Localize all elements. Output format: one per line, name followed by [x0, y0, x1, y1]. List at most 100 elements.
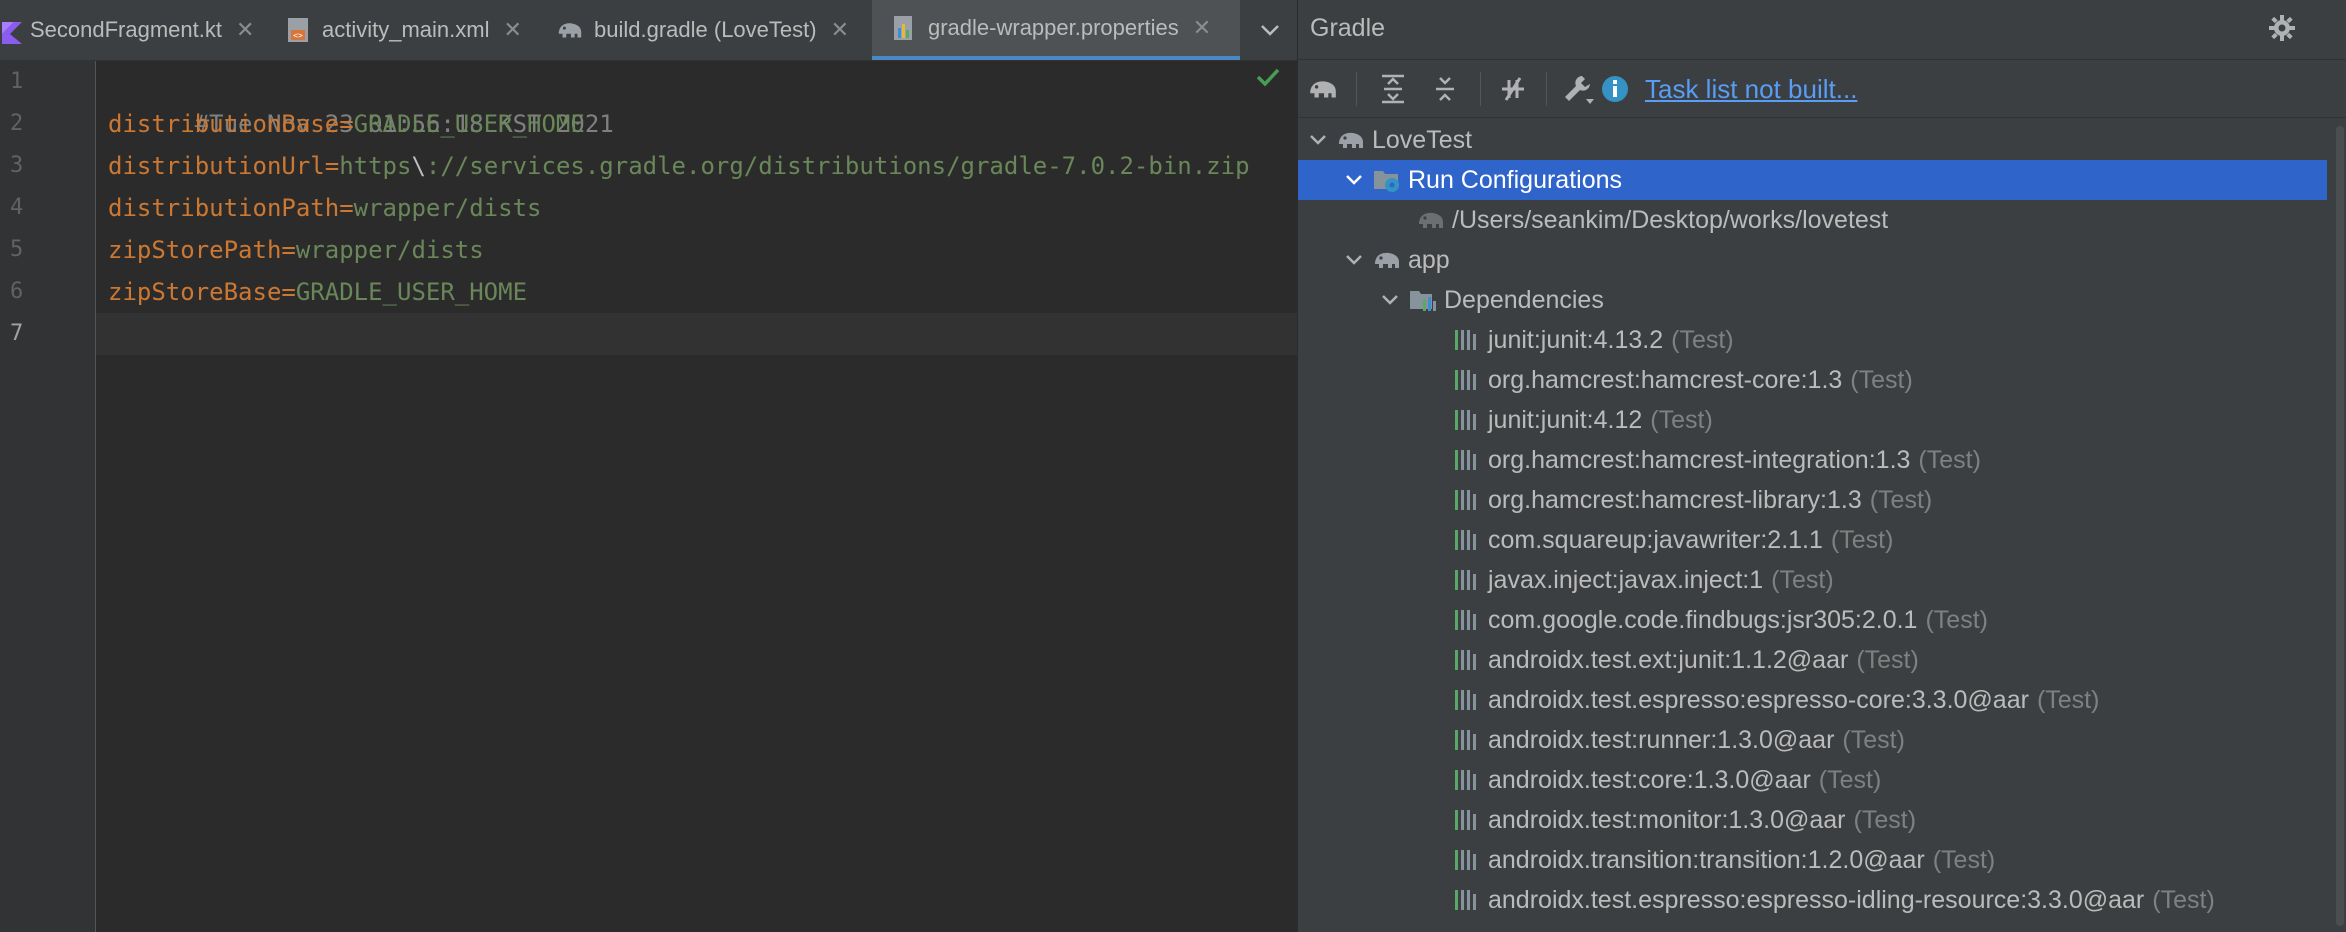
dependency-label: org.hamcrest:hamcrest-integration:1.3 — [1488, 445, 1911, 474]
dependencies-folder-icon — [1408, 286, 1438, 314]
chevron-down-icon[interactable] — [1250, 0, 1290, 60]
scrollbar-thumb[interactable] — [2336, 126, 2344, 926]
inspection-ok-icon[interactable] — [1255, 66, 1281, 93]
dependency-scope: (Test) — [1842, 725, 1905, 754]
line-number: 3 — [10, 153, 24, 178]
dependency-item[interactable]: org.hamcrest:hamcrest-core:1.3 (Test) — [1298, 360, 2346, 400]
tab-second-fragment[interactable]: SecondFragment.kt ✕ — [0, 0, 270, 60]
property-value: wrapper/dists — [353, 194, 542, 222]
property-value: wrapper/dists — [295, 236, 484, 264]
kotlin-file-icon — [0, 16, 26, 44]
task-list-link[interactable]: Task list not built... — [1645, 72, 1857, 106]
dependency-item[interactable]: org.hamcrest:hamcrest-integration:1.3 (Te… — [1298, 440, 2346, 480]
tree-node-app[interactable]: app — [1298, 240, 2346, 280]
close-icon[interactable]: ✕ — [236, 17, 254, 43]
line-number-gutter: 1 2 3 4 5 6 7 — [0, 61, 96, 932]
chevron-down-icon[interactable] — [1378, 294, 1402, 306]
dependency-scope: (Test) — [2152, 885, 2215, 914]
gradle-tool-window: Gradle Task list not built... LoveTest R… — [1297, 0, 2346, 932]
dependency-label: com.google.code.findbugs:jsr305:2.0.1 — [1488, 605, 1918, 634]
dependency-label: com.squareup:javawriter:2.1.1 — [1488, 525, 1823, 554]
tab-label: gradle-wrapper.properties — [928, 15, 1179, 40]
tree-node-dependencies[interactable]: Dependencies — [1298, 280, 2346, 320]
dependency-item[interactable]: org.hamcrest:hamcrest-library:1.3 (Test) — [1298, 480, 2346, 520]
property-value: ://services.gradle.org/distributions/gra… — [425, 152, 1250, 180]
close-icon[interactable]: ✕ — [831, 17, 849, 43]
editor-tab-bar: SecondFragment.kt ✕ <> activity_main.xml… — [0, 0, 1297, 61]
info-icon[interactable] — [1598, 72, 1632, 106]
tab-build-gradle[interactable]: build.gradle (LoveTest) ✕ — [556, 0, 870, 60]
dependency-label: androidx.test.espresso:espresso-idling-r… — [1488, 885, 2145, 914]
line-number: 7 — [10, 321, 24, 346]
equals-sign: = — [281, 278, 296, 306]
build-tools-icon[interactable] — [1561, 72, 1595, 106]
dependency-item[interactable]: com.google.code.findbugs:jsr305:2.0.1 (Te… — [1298, 600, 2346, 640]
dependency-label: androidx.test:runner:1.3.0@aar — [1488, 725, 1835, 754]
dependency-item[interactable]: javax.inject:javax.inject:1 (Test) — [1298, 560, 2346, 600]
chevron-down-icon[interactable] — [1306, 134, 1330, 146]
tree-node-run-configurations[interactable]: Run Configurations — [1298, 160, 2327, 200]
close-icon[interactable]: ✕ — [503, 17, 521, 43]
chevron-down-icon[interactable] — [1342, 174, 1366, 186]
code-line: distributionUrl=https\://services.gradle… — [108, 145, 1250, 187]
code-editor[interactable]: #Tue Nov 23 01:56:18 KST 2021 distributi… — [96, 61, 1297, 932]
library-icon — [1452, 886, 1482, 914]
dependency-scope: (Test) — [1925, 605, 1988, 634]
dependency-scope: (Test) — [1850, 365, 1913, 394]
dependency-label: androidx.transition:transition:1.2.0@aar — [1488, 845, 1925, 874]
property-value: https — [339, 152, 412, 180]
library-icon — [1452, 566, 1482, 594]
dependency-label: org.hamcrest:hamcrest-library:1.3 — [1488, 485, 1862, 514]
tab-label: SecondFragment.kt — [30, 17, 222, 42]
dependency-item[interactable]: androidx.transition:transition:1.2.0@aar… — [1298, 840, 2346, 880]
tree-node-run-config-path[interactable]: /Users/seankim/Desktop/works/lovetest — [1298, 200, 2346, 240]
gradle-project-tree[interactable]: LoveTest Run Configurations /Users/seank… — [1298, 118, 2346, 932]
close-icon[interactable]: ✕ — [1193, 15, 1211, 41]
dependency-item[interactable]: androidx.test.espresso:espresso-core:3.3… — [1298, 680, 2346, 720]
current-line-highlight — [96, 313, 1297, 355]
dependency-scope: (Test) — [1771, 565, 1834, 594]
xml-layout-icon: <> — [284, 16, 312, 44]
gradle-elephant-icon — [1372, 246, 1402, 274]
property-value: GRADLE_USER_HOME — [353, 110, 585, 138]
dependency-label: androidx.test.ext:junit:1.1.2@aar — [1488, 645, 1849, 674]
gear-icon[interactable] — [2268, 14, 2296, 47]
dependency-scope: (Test) — [1671, 325, 1734, 354]
tree-label: app — [1408, 245, 1450, 274]
dependency-scope: (Test) — [1918, 445, 1981, 474]
collapse-all-icon[interactable] — [1428, 72, 1462, 106]
tree-scrollbar[interactable] — [2334, 120, 2346, 932]
dependency-item[interactable]: androidx.test:runner:1.3.0@aar (Test) — [1298, 720, 2346, 760]
tab-label: activity_main.xml — [322, 17, 490, 42]
gradle-elephant-icon — [556, 16, 584, 44]
toggle-offline-icon[interactable] — [1496, 72, 1530, 106]
dependency-scope: (Test) — [1650, 405, 1713, 434]
dependency-item[interactable]: junit:junit:4.13.2 (Test) — [1298, 320, 2346, 360]
line-number: 1 — [10, 69, 24, 94]
dependency-label: org.hamcrest:hamcrest-core:1.3 — [1488, 365, 1843, 394]
gradle-toolbar: Task list not built... — [1298, 60, 2346, 118]
line-number: 5 — [10, 237, 24, 262]
dependency-item[interactable]: junit:junit:4.12 (Test) — [1298, 400, 2346, 440]
gradle-elephant-icon[interactable] — [1306, 72, 1340, 106]
library-icon — [1452, 326, 1482, 354]
dependency-item[interactable]: com.squareup:javawriter:2.1.1 (Test) — [1298, 520, 2346, 560]
dependency-label: javax.inject:javax.inject:1 — [1488, 565, 1764, 594]
tab-gradle-wrapper-properties[interactable]: gradle-wrapper.properties ✕ — [872, 0, 1240, 60]
panel-title: Gradle — [1310, 14, 1386, 42]
dependency-item[interactable]: androidx.test:core:1.3.0@aar (Test) — [1298, 760, 2346, 800]
properties-file-icon — [890, 14, 918, 42]
tab-activity-main[interactable]: <> activity_main.xml ✕ — [284, 0, 546, 60]
dependency-label: junit:junit:4.13.2 — [1488, 325, 1664, 354]
library-icon — [1452, 686, 1482, 714]
tree-label: Run Configurations — [1408, 165, 1623, 194]
dependency-label: androidx.test.espresso:espresso-core:3.3… — [1488, 685, 2029, 714]
dependency-item[interactable]: androidx.test.espresso:espresso-idling-r… — [1298, 880, 2346, 920]
chevron-down-icon[interactable] — [1342, 254, 1366, 266]
property-key: distributionPath — [108, 194, 340, 222]
dependency-item[interactable]: androidx.test:monitor:1.3.0@aar (Test) — [1298, 800, 2346, 840]
dependency-item[interactable]: androidx.test.ext:junit:1.1.2@aar (Test) — [1298, 640, 2346, 680]
gradle-elephant-icon — [1336, 126, 1366, 154]
tree-node-lovetest[interactable]: LoveTest — [1298, 120, 2346, 160]
expand-all-icon[interactable] — [1376, 72, 1410, 106]
